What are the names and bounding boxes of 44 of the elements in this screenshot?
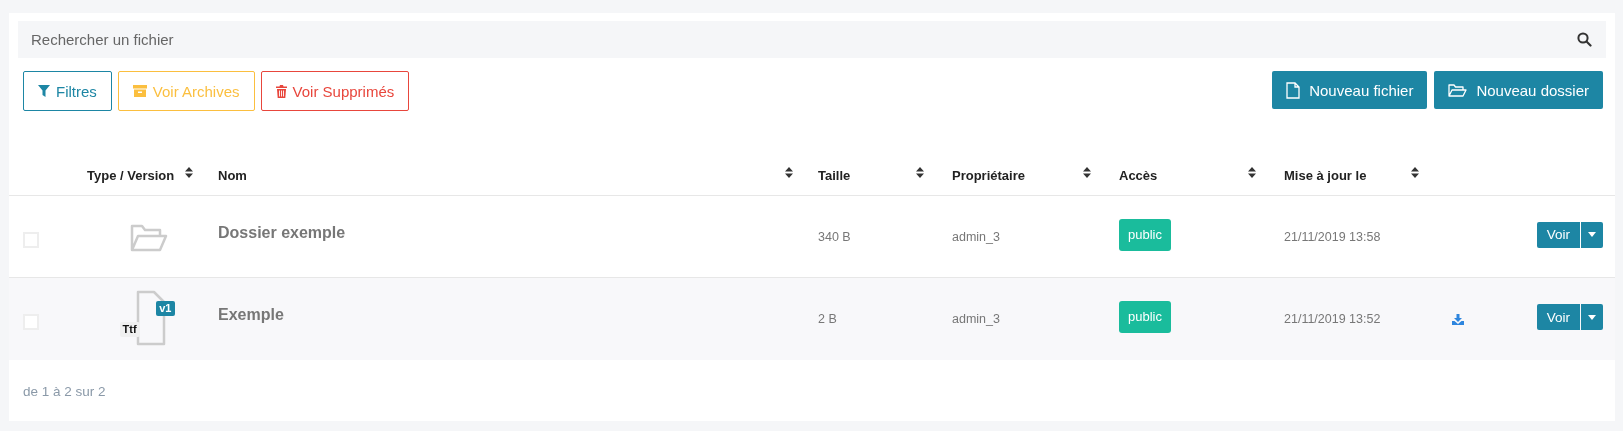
search-icon [1577, 32, 1592, 47]
sort-icon [1411, 166, 1419, 178]
document-icon [1286, 81, 1301, 99]
column-header[interactable]: Mise à jour le [1284, 167, 1367, 183]
access-badge: public [1119, 301, 1171, 333]
column-header[interactable]: Accès [1119, 167, 1158, 183]
version-badge: v1 [156, 301, 175, 316]
filter-button[interactable]: Filtres [23, 71, 112, 111]
view-button[interactable]: Voir [1536, 304, 1580, 330]
table-row[interactable]: v1 Ttf Exemple 2 B admin_3 public 21/11/2019 13:52 Voir [9, 278, 1615, 360]
sort-icon [1083, 166, 1091, 178]
sort-icon [1248, 166, 1256, 178]
size-text: 2 B [818, 312, 837, 326]
date-text: 21/11/2019 13:52 [1284, 312, 1381, 326]
sort-icon [185, 166, 193, 178]
sort-icon [916, 166, 924, 178]
owner-text: admin_3 [952, 312, 1000, 326]
date-text: 21/11/2019 13:58 [1284, 229, 1381, 244]
new-folder-button[interactable]: Nouveau dossier [1434, 71, 1603, 109]
dropdown-button[interactable] [1581, 304, 1603, 330]
dropdown-button[interactable] [1581, 221, 1603, 248]
sort-icon [785, 166, 793, 178]
folder-icon [1448, 82, 1468, 98]
access-badge: public [1119, 218, 1171, 251]
column-header[interactable]: Taille [818, 167, 851, 183]
pagination-text: de 1 à 2 sur 2 [23, 384, 106, 399]
owner-text: admin_3 [952, 229, 1000, 244]
search-field[interactable]: Rechercher un fichier [18, 21, 1606, 58]
extension-label: Ttf [119, 322, 140, 337]
column-header[interactable]: Nom [218, 167, 247, 183]
file-name[interactable]: Dossier exemple [218, 223, 346, 242]
view-button[interactable]: Voir [1536, 221, 1580, 248]
size-text: 340 B [818, 229, 851, 244]
file-name[interactable]: Exemple [218, 306, 284, 324]
caret-icon [1588, 314, 1596, 320]
new-file-button[interactable]: Nouveau fichier [1272, 71, 1428, 109]
box-icon [132, 85, 147, 97]
download-icon[interactable] [1452, 313, 1464, 325]
trash-icon [275, 84, 287, 98]
column-header[interactable]: Propriétaire [952, 167, 1025, 183]
deleted-button[interactable]: Voir Supprimés [260, 71, 410, 111]
filter-icon [38, 85, 50, 97]
column-header[interactable]: Type / Version [87, 167, 175, 183]
caret-icon [1588, 232, 1596, 237]
